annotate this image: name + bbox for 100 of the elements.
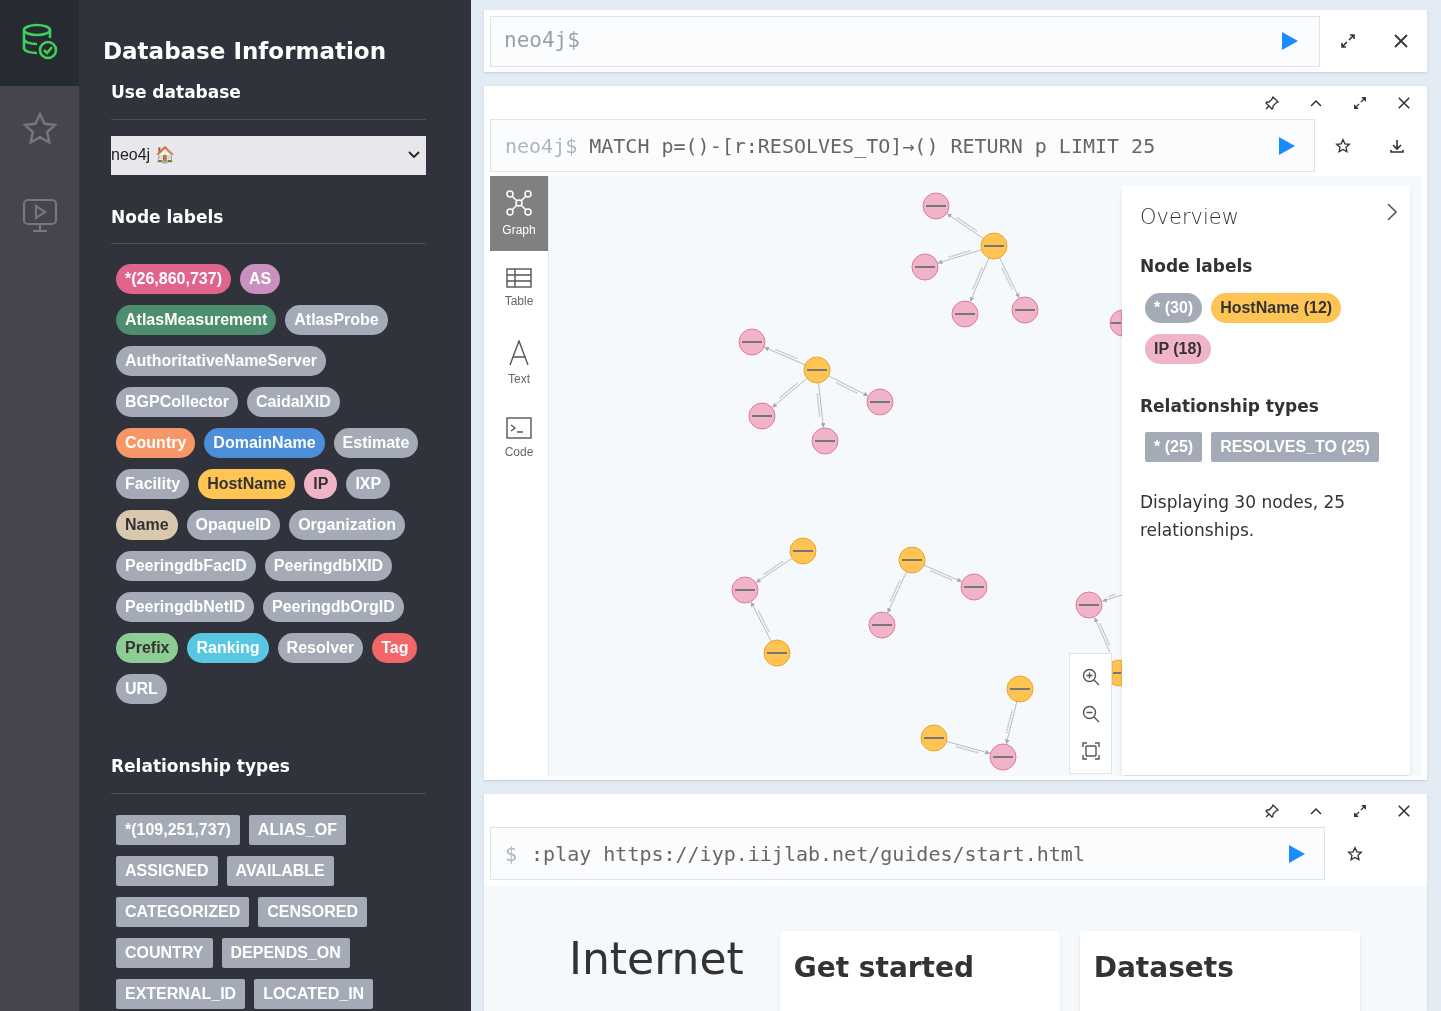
close-icon[interactable] (1397, 95, 1411, 110)
node-label-tag[interactable]: Country (116, 428, 196, 458)
expand-icon[interactable] (1340, 33, 1356, 50)
relationship-type-tag[interactable]: ASSIGNED (116, 855, 218, 886)
close-icon[interactable] (1393, 33, 1409, 50)
relationship-type-tag[interactable]: ALIAS_OF (248, 814, 346, 845)
relationship-type-tag[interactable]: CATEGORIZED (116, 896, 250, 927)
view-tab[interactable]: Table (490, 251, 548, 327)
star-icon[interactable] (1347, 845, 1363, 862)
node-label-tag[interactable]: PeeringdbOrgID (263, 592, 404, 622)
chevron-down-icon (408, 151, 420, 159)
view-tab[interactable]: Text (490, 326, 548, 402)
node-label-tag[interactable]: PeeringdbNetID (116, 592, 254, 622)
graph-node[interactable] (748, 402, 776, 430)
chevron-right-icon[interactable] (1386, 202, 1398, 223)
node-label-tag[interactable]: HostName (12) (1211, 293, 1342, 324)
node-label-tag[interactable]: IP (304, 469, 338, 499)
query-editor[interactable]: $ :play https://iyp.iijlab.net/guides/start.html (490, 827, 1325, 880)
download-icon[interactable] (1389, 137, 1405, 154)
graph-node[interactable] (1075, 591, 1103, 619)
node-label-tag[interactable]: Prefix (116, 633, 179, 663)
node-label-tag[interactable]: *(26,860,737) (116, 264, 231, 294)
relationship-type-tag[interactable]: RESOLVES_TO (25) (1211, 431, 1379, 462)
graph-node[interactable] (763, 639, 791, 667)
node-label-tag[interactable]: * (30) (1145, 293, 1203, 324)
node-label-tag[interactable]: URL (116, 674, 167, 704)
graph-node[interactable] (1011, 296, 1039, 324)
graph-node[interactable] (868, 611, 896, 639)
node-label-tag[interactable]: Facility (116, 469, 190, 499)
node-label-tag[interactable]: IP (18) (1145, 334, 1211, 365)
node-label-tag[interactable]: Tag (372, 633, 418, 663)
graph-node[interactable] (1006, 675, 1034, 703)
node-label-tag[interactable]: PeeringdbIXID (264, 551, 393, 581)
pin-icon[interactable] (1265, 95, 1279, 110)
panel-title: Database Information (103, 37, 388, 66)
relationship-type-tag[interactable]: * (25) (1145, 431, 1203, 462)
relationship-type-tag[interactable]: AVAILABLE (226, 855, 334, 886)
close-icon[interactable] (1397, 803, 1411, 818)
zoom-in-icon[interactable] (1081, 667, 1100, 686)
node-label-tag[interactable]: AuthoritativeNameServer (116, 346, 327, 376)
database-select[interactable]: neo4j 🏠 (111, 135, 426, 175)
relationship-type-tag[interactable]: DEPENDS_ON (221, 937, 350, 968)
node-label-tag[interactable]: AtlasMeasurement (116, 305, 277, 335)
node-label-tag[interactable]: Organization (289, 510, 405, 540)
play-icon[interactable] (1281, 31, 1299, 52)
node-label-tag[interactable]: OpaqueID (186, 510, 281, 540)
play-icon[interactable] (1288, 843, 1306, 864)
node-label-tag[interactable]: IXP (346, 469, 391, 499)
graph-node[interactable] (951, 300, 979, 328)
relationship-type-tag[interactable]: CENSORED (258, 896, 367, 927)
node-label-tag[interactable]: DomainName (204, 428, 325, 458)
view-tab[interactable]: Code (490, 401, 548, 477)
query-editor[interactable]: neo4j$ MATCH p=()-[r:RESOLVES_TO]→() RETURN p LIMIT 25 (490, 119, 1315, 173)
graph-icon (505, 188, 533, 217)
graph-node[interactable] (731, 576, 759, 604)
fit-view-icon[interactable] (1081, 741, 1100, 760)
graph-node[interactable] (920, 724, 948, 752)
node-label-tag[interactable]: BGPCollector (116, 387, 238, 417)
node-label-tag[interactable]: Estimate (333, 428, 419, 458)
graph-node[interactable] (960, 573, 988, 601)
graph-node[interactable] (980, 232, 1008, 260)
relationship-type-tag[interactable]: *(109,251,737) (116, 814, 240, 845)
node-label-tag[interactable]: HostName (198, 469, 296, 499)
node-label-tag[interactable]: Ranking (187, 633, 269, 663)
graph-node[interactable] (803, 356, 831, 384)
graph-node[interactable] (866, 388, 894, 416)
query-editor[interactable]: neo4j$ (490, 15, 1320, 67)
pin-icon[interactable] (1265, 803, 1279, 818)
node-label-tag[interactable]: Resolver (277, 633, 364, 663)
section-heading: Node labels (1140, 254, 1254, 278)
graph-node[interactable] (1111, 659, 1122, 687)
guide-card[interactable]: Datasets (1079, 931, 1360, 1011)
node-label-tag[interactable]: PeeringdbFacID (116, 551, 256, 581)
graph-node[interactable] (789, 537, 817, 565)
zoom-out-icon[interactable] (1081, 704, 1100, 723)
relationship-type-tag[interactable]: EXTERNAL_ID (116, 978, 246, 1009)
relationship-type-tag[interactable]: COUNTRY (116, 937, 213, 968)
graph-node[interactable] (811, 427, 839, 455)
summary-text: Displaying 30 nodes, 25 relationships. (1140, 490, 1347, 542)
graph-node[interactable] (922, 192, 950, 220)
card-title: Datasets (1093, 950, 1235, 986)
node-label-tag[interactable]: CaidaIXID (247, 387, 340, 417)
expand-icon[interactable] (1353, 95, 1367, 110)
expand-icon[interactable] (1353, 803, 1367, 818)
node-label-tag[interactable]: Name (116, 510, 178, 540)
guide-card[interactable]: Get started (779, 931, 1060, 1011)
view-tab[interactable]: Graph (490, 176, 548, 252)
graph-node[interactable] (989, 743, 1017, 771)
relationship-type-tag[interactable]: LOCATED_IN (254, 978, 374, 1009)
node-label-tag[interactable]: AtlasProbe (285, 305, 388, 335)
node-label-tag[interactable]: AS (239, 264, 281, 294)
graph-node[interactable] (911, 253, 939, 281)
play-icon[interactable] (1278, 135, 1296, 156)
monitor-play-icon[interactable] (21, 198, 58, 234)
graph-node[interactable] (1109, 309, 1122, 337)
graph-node[interactable] (898, 546, 926, 574)
prompt-text: $ (505, 840, 518, 868)
graph-node[interactable] (738, 328, 766, 356)
star-icon[interactable] (1335, 137, 1351, 154)
database-check-icon[interactable] (20, 22, 59, 60)
